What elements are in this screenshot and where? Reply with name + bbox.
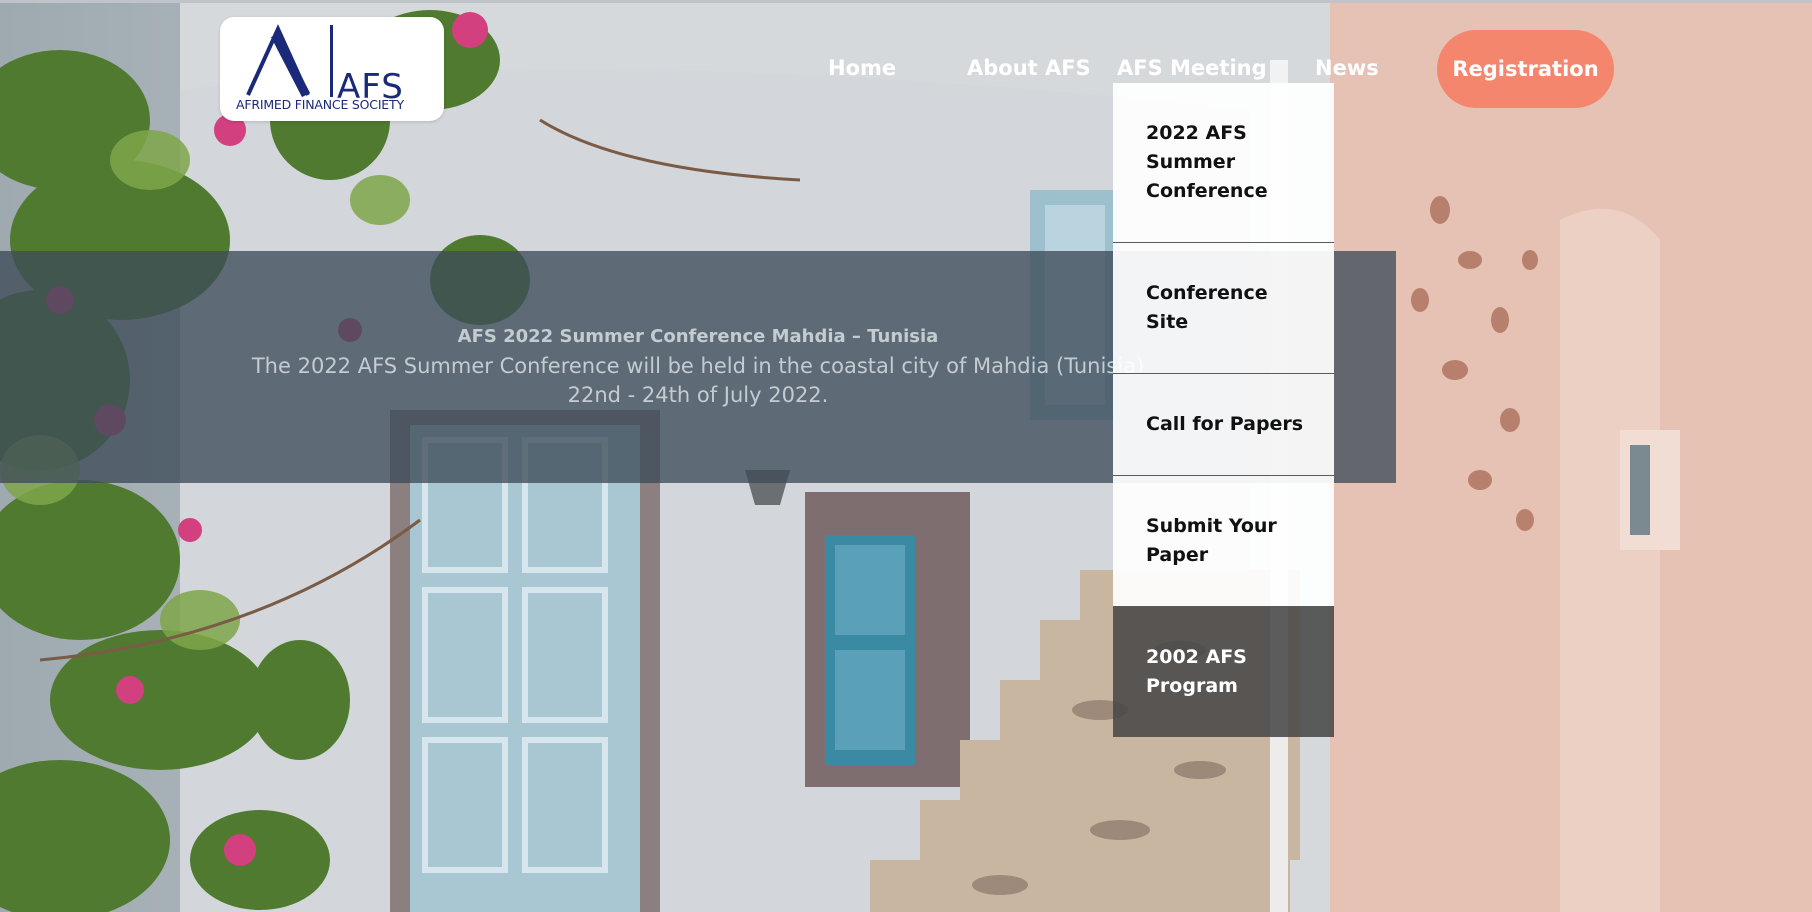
dropdown-item-call-for-papers[interactable]: Call for Papers — [1113, 374, 1334, 476]
nav-afs-meeting[interactable]: AFS Meeting — [1117, 56, 1267, 80]
nav-home[interactable]: Home — [828, 56, 896, 80]
site-logo[interactable]: AFS AFRIMED FINANCE SOCIETY — [220, 17, 444, 121]
nav-about-afs[interactable]: About AFS — [967, 56, 1091, 80]
dropdown-item-submit-paper[interactable]: Submit Your Paper — [1113, 476, 1334, 607]
page: AFS AFRIMED FINANCE SOCIETY Home About A… — [0, 0, 1812, 912]
dropdown-item-summer-conference[interactable]: 2022 AFS Summer Conference — [1113, 83, 1334, 243]
top-border-line — [0, 0, 1812, 3]
dropdown-item-afs-program[interactable]: 2002 AFS Program — [1113, 607, 1334, 737]
dropdown-item-conference-site[interactable]: Conference Site — [1113, 243, 1334, 374]
afs-meeting-dropdown-menu: 2022 AFS Summer Conference Conference Si… — [1113, 83, 1334, 737]
logo-full-name: AFRIMED FINANCE SOCIETY — [236, 97, 404, 112]
nav-news[interactable]: News — [1315, 56, 1379, 80]
registration-button[interactable]: Registration — [1437, 30, 1614, 108]
